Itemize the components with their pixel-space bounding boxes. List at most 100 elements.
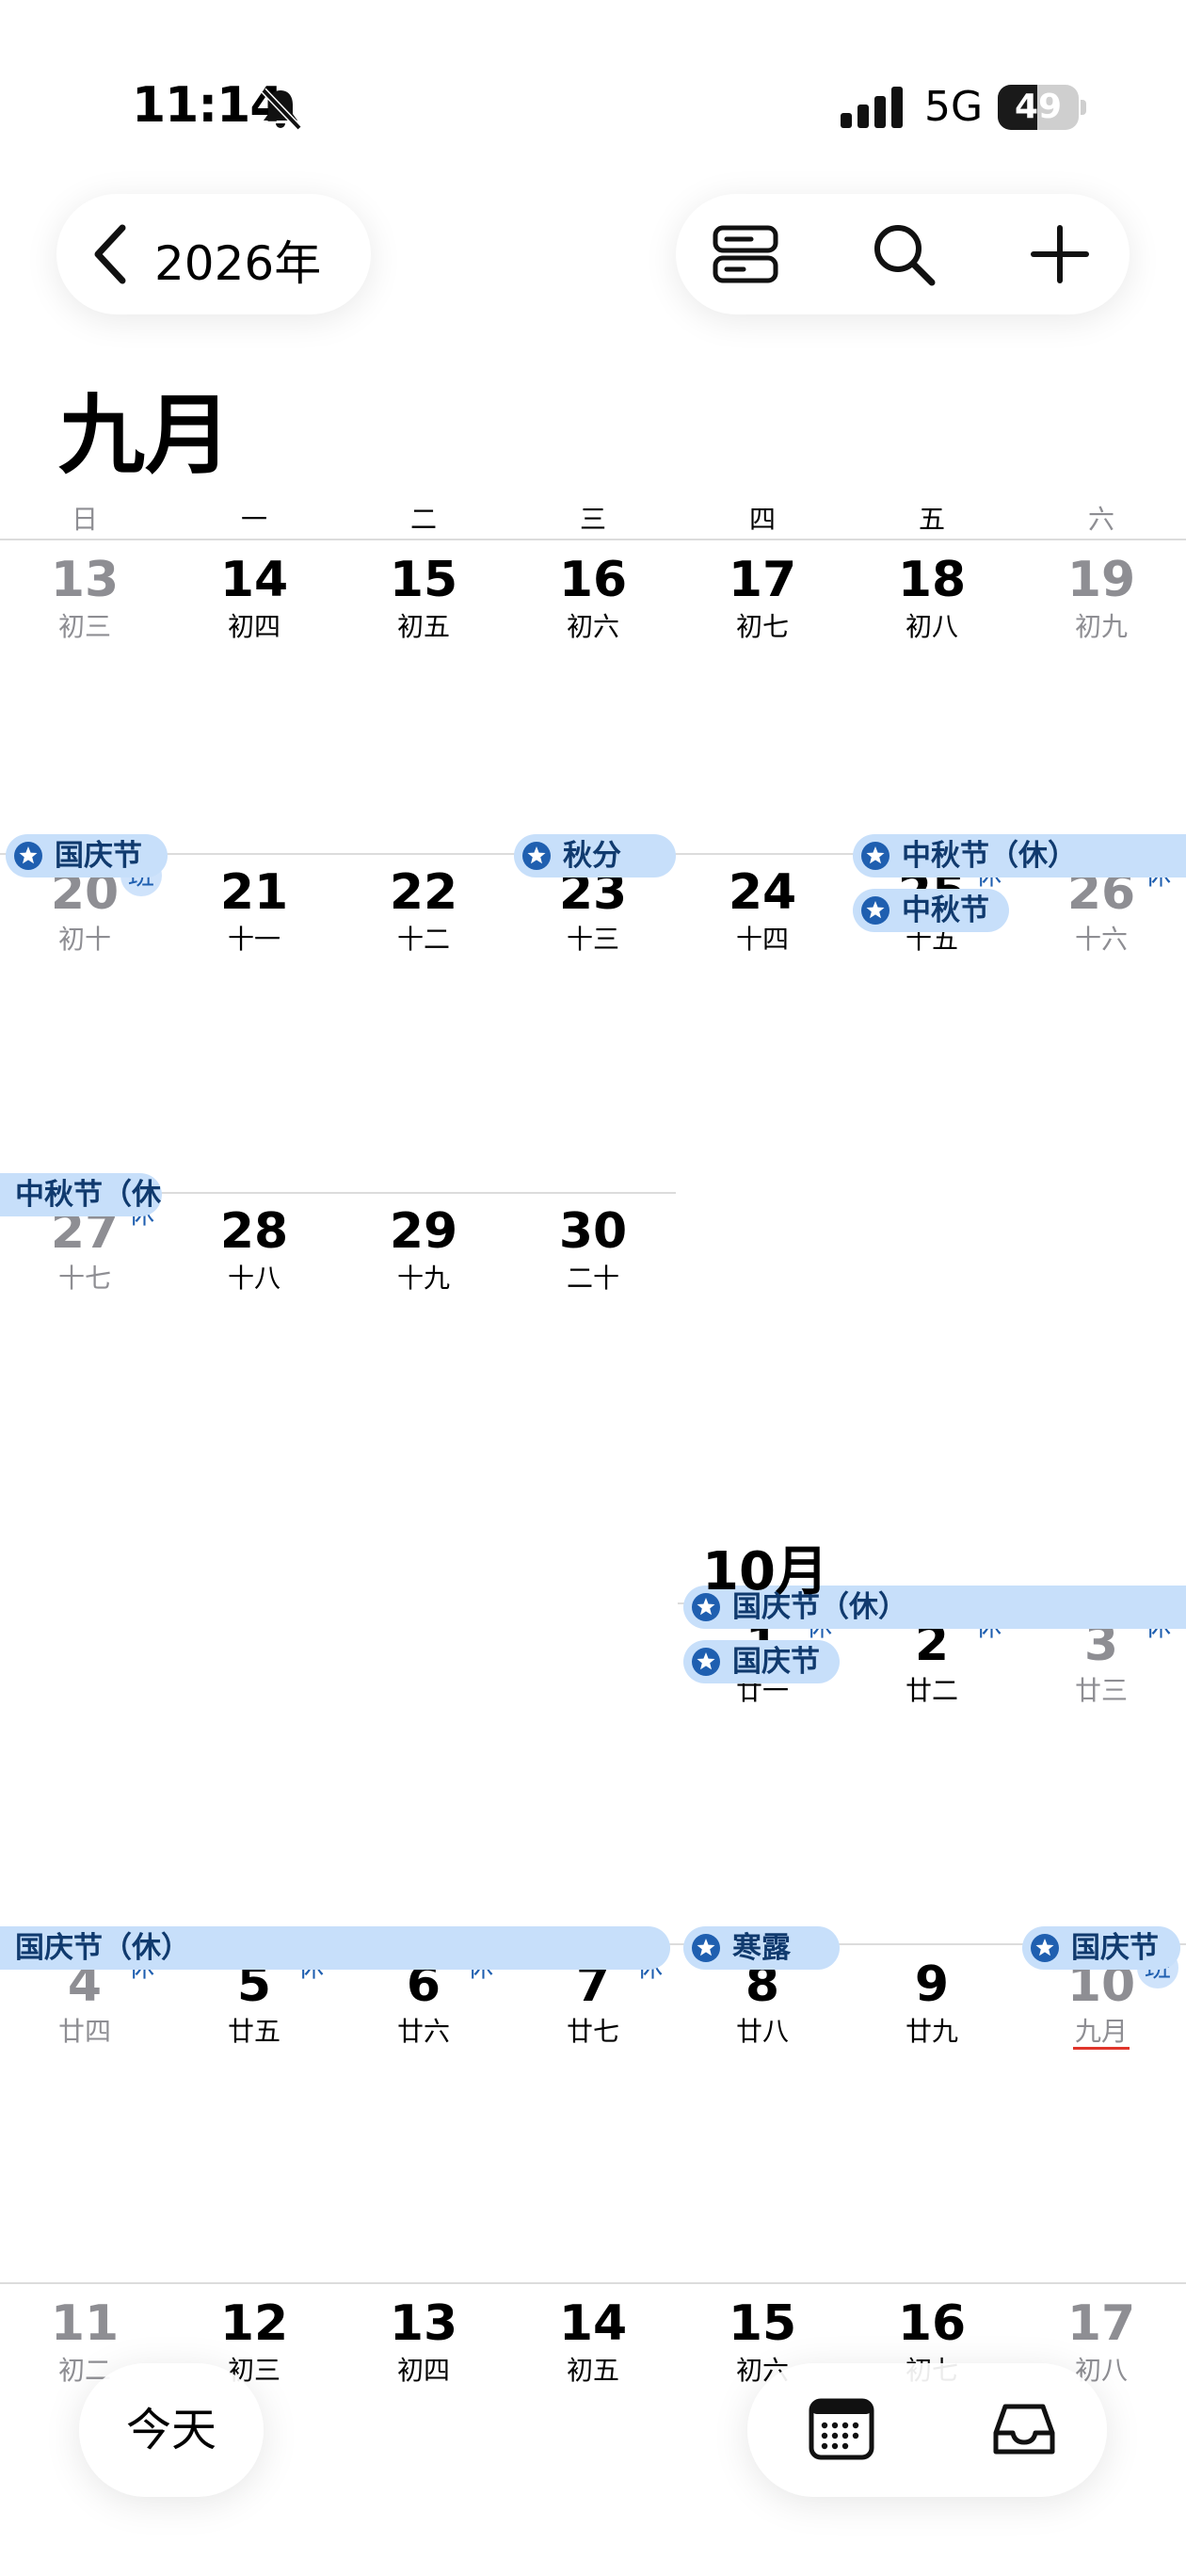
star-icon [861, 896, 890, 925]
day-cell[interactable]: 15 初五 [339, 540, 508, 653]
lunar-date: 初四 [227, 611, 280, 642]
lunar-date: 十七 [57, 1263, 111, 1294]
lunar-date: 十八 [227, 1263, 280, 1294]
day-number: 22 [389, 864, 458, 921]
day-cell[interactable]: 28 十八 [169, 1192, 339, 1305]
chevron-left-icon [94, 224, 126, 284]
inbox-icon [993, 2404, 1055, 2455]
star-icon [14, 842, 42, 870]
star-icon [522, 842, 551, 870]
event-label: 国庆节 [732, 1645, 820, 1679]
day-cell[interactable]: 17 初七 [678, 540, 847, 653]
day-cell[interactable]: 18 初八 [847, 540, 1017, 653]
calendar-event[interactable]: 国庆节（休） [0, 1926, 670, 1970]
day-number: 15 [728, 2295, 797, 2352]
day-cell[interactable]: 21 十一 [169, 853, 339, 966]
event-label: 寒露 [732, 1931, 791, 1965]
lunar-date: 十二 [396, 924, 450, 955]
lunar-date: 廿八 [735, 2016, 789, 2047]
day-number: 19 [1066, 552, 1136, 608]
weekday-label: 二 [409, 504, 437, 535]
weekday-label: 三 [579, 504, 606, 535]
lunar-date: 十九 [396, 1263, 450, 1294]
bottom-actions [747, 2363, 1107, 2497]
day-number: 15 [389, 552, 458, 608]
lunar-date: 十四 [735, 924, 789, 955]
lunar-date: 廿三 [1074, 1675, 1128, 1706]
lunar-date: 初四 [396, 2355, 450, 2386]
lunar-date: 初五 [566, 2355, 619, 2386]
calendar-event[interactable]: 中秋节（休） [0, 1173, 162, 1216]
lunar-date: 初七 [735, 611, 789, 642]
calendar-event[interactable]: 国庆节 [1022, 1926, 1180, 1970]
event-label: 国庆节（休） [15, 1931, 190, 1965]
day-cell[interactable]: 19 初九 [1017, 540, 1186, 653]
lunar-date: 廿九 [905, 2016, 958, 2047]
day-cell[interactable]: 14 初四 [169, 540, 339, 653]
lunar-date: 廿五 [227, 2016, 280, 2047]
search-button[interactable] [868, 218, 939, 290]
inbox-button[interactable] [988, 2393, 1060, 2465]
lunar-date: 十六 [1074, 924, 1128, 955]
day-cell[interactable]: 30 二十 [508, 1192, 678, 1305]
signal-icon [841, 87, 903, 128]
calendar-event[interactable]: 国庆节 [683, 1640, 840, 1683]
day-cell[interactable]: 13 初三 [0, 540, 169, 653]
calendar-event[interactable]: 寒露 [683, 1926, 840, 1970]
day-number: 16 [558, 552, 628, 608]
calendar-event[interactable]: 国庆节 [6, 834, 168, 877]
lunar-date: 初六 [566, 611, 619, 642]
battery-text: 49 [1014, 88, 1063, 126]
event-label: 秋分 [563, 839, 621, 873]
add-event-button[interactable] [1024, 218, 1096, 290]
day-cell[interactable]: 22 十二 [339, 853, 508, 966]
weekday-label: 五 [918, 504, 945, 535]
calendar-event[interactable]: 中秋节 [853, 889, 1009, 932]
lunar-date: 初八 [905, 611, 958, 642]
weekday-label: 日 [71, 504, 98, 535]
day-cell[interactable]: 16 初六 [508, 540, 678, 653]
day-number: 21 [219, 864, 289, 921]
calendars-button[interactable] [806, 2393, 877, 2465]
weekday-label: 六 [1087, 504, 1114, 535]
event-label: 国庆节 [1071, 1931, 1159, 1965]
lunar-date: 二十 [566, 1263, 619, 1294]
day-cell[interactable]: 24 十四 [678, 853, 847, 966]
day-number: 17 [1066, 2295, 1136, 2352]
lunar-date: 廿二 [905, 1675, 958, 1706]
day-number: 11 [50, 2295, 120, 2352]
calendar-event[interactable]: 秋分 [514, 834, 676, 877]
calendar-event[interactable]: 中秋节（休） [853, 834, 1186, 877]
day-cell[interactable]: 9 廿九 [847, 1945, 1017, 2058]
star-icon [692, 1648, 720, 1676]
lunar-date: 廿六 [396, 2016, 450, 2047]
bell-slash-icon [261, 88, 302, 131]
october-title: 10月 [702, 1541, 828, 1602]
day-cell[interactable]: 13 初四 [339, 2284, 508, 2397]
today-button[interactable]: 今天 [79, 2363, 264, 2497]
event-label: 中秋节（休） [902, 839, 1077, 873]
star-icon [861, 842, 890, 870]
weekday-label: 一 [240, 504, 267, 535]
lunar-date: 十一 [227, 924, 280, 955]
event-label: 中秋节（休） [15, 1178, 162, 1212]
day-number: 29 [389, 1203, 458, 1260]
day-cell[interactable]: 29 十九 [339, 1192, 508, 1305]
day-number: 14 [558, 2295, 628, 2352]
lunar-date: 廿七 [566, 2016, 619, 2047]
lunar-date: 初十 [57, 924, 111, 955]
list-view-button[interactable] [710, 218, 781, 290]
year-label: 2026年 [154, 236, 322, 291]
day-number: 18 [897, 552, 967, 608]
day-number: 13 [50, 552, 120, 608]
day-number: 24 [728, 864, 797, 921]
day-number: 9 [914, 1956, 950, 2013]
lunar-date: 九月 [1074, 2016, 1128, 2047]
day-cell[interactable]: 14 初五 [508, 2284, 678, 2397]
today-indicator [1073, 2047, 1130, 2050]
back-to-year-button[interactable]: 2026年 [56, 194, 371, 314]
star-icon [1031, 1934, 1059, 1962]
battery-icon: 49 [998, 85, 1086, 130]
day-number: 14 [219, 552, 289, 608]
star-icon [692, 1934, 720, 1962]
